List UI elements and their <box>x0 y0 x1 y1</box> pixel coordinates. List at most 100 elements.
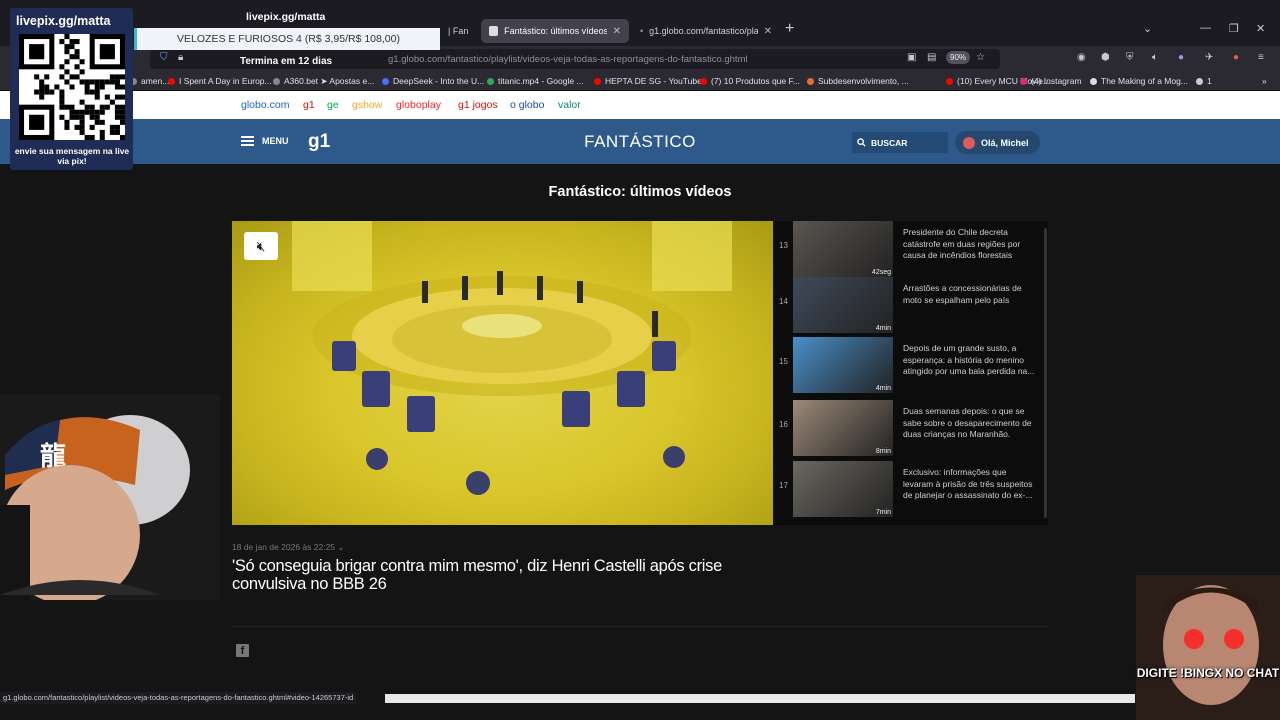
globo-nav-link[interactable]: valor <box>558 99 581 111</box>
playlist-item-number: 14 <box>779 297 788 306</box>
globo-network-nav: globo.com g1 ge gshow globoplay g1 jogos o glo… <box>0 91 1280 119</box>
playlist-item-number: 16 <box>779 420 788 429</box>
bookmark-favicon-icon <box>382 77 389 85</box>
bookmark-item[interactable]: I Spent A Day in Europ... <box>168 76 272 86</box>
goal-deadline: Termina em 12 dias <box>240 56 333 67</box>
bookmark-star-icon[interactable]: ☆ <box>976 52 985 63</box>
playlist-item[interactable]: 14 4min Arrastões a concessionárias de mot… <box>773 277 1048 335</box>
tab-list-icon[interactable]: ⌄ <box>1143 22 1152 35</box>
section-title[interactable]: FANTÁSTICO <box>540 132 740 152</box>
dot-icon: • <box>640 26 644 36</box>
playlist-item[interactable]: 17 7min Exclusivo: informações que levaram… <box>773 461 1048 519</box>
extension-icon[interactable]: ✈ <box>1205 52 1213 63</box>
video-thumbnail[interactable]: 4min <box>793 277 893 333</box>
webcam-overlay: 龍 <box>0 395 220 600</box>
video-thumbnail[interactable]: 42seg <box>793 221 893 277</box>
playlist-item-title[interactable]: Duas semanas depois: o que se sabe sobre… <box>903 406 1038 441</box>
facebook-share-icon[interactable]: f <box>236 644 249 657</box>
publish-date[interactable]: 18 de jan de 2026 às 22:25 ⌄ <box>232 542 345 553</box>
bookmark-favicon-icon <box>487 77 494 85</box>
close-tab-icon[interactable]: ✕ <box>764 26 772 37</box>
bookmark-item[interactable]: The Making of a Mog... <box>1090 76 1188 86</box>
extension-icon[interactable]: ⬢ <box>1101 52 1110 63</box>
video-player[interactable] <box>232 221 773 525</box>
playlist-scrollbar[interactable] <box>1044 228 1047 518</box>
tab-previous[interactable]: | Fan <box>440 19 480 43</box>
image-icon[interactable]: ▣ <box>907 52 916 63</box>
minimize-icon[interactable]: — <box>1200 22 1211 34</box>
globo-nav-link[interactable]: gshow <box>352 99 382 111</box>
close-tab-icon[interactable]: ✕ <box>613 26 621 37</box>
bookmark-favicon-icon <box>1090 77 1097 85</box>
bookmark-item[interactable]: amen... <box>130 76 169 86</box>
tab-fantastico[interactable]: Fantástico: últimos vídeos | Fant ✕ <box>481 19 629 43</box>
extension-icon[interactable]: ⛨ <box>1126 52 1134 63</box>
speaker-icon[interactable]: 🔈︎ <box>1152 52 1158 63</box>
video-thumbnail[interactable]: 7min <box>793 461 893 517</box>
qr-code-icon <box>19 34 125 140</box>
menu-button[interactable]: MENU <box>241 136 289 146</box>
bookmark-favicon-icon <box>1196 77 1203 85</box>
bookmark-favicon-icon <box>1020 77 1027 85</box>
playlist-item[interactable]: 15 4min Depois de um grande susto, a esper… <box>773 337 1048 395</box>
search-label: BUSCAR <box>871 137 908 148</box>
video-frame <box>292 221 732 495</box>
globo-nav-link[interactable]: o globo <box>510 99 544 111</box>
lock-icon[interactable]: 🔒︎ <box>178 52 183 63</box>
maximize-icon[interactable]: ❐ <box>1229 22 1239 35</box>
extension-icon[interactable]: ● <box>1233 52 1239 63</box>
chevron-down-icon: ⌄ <box>337 542 345 552</box>
playlist-item-title[interactable]: Exclusivo: informações que levaram à pri… <box>903 467 1038 502</box>
streamer-image: 龍 <box>0 395 220 600</box>
globo-nav-link[interactable]: globo.com <box>241 99 289 111</box>
bookmark-item[interactable]: (7) 10 Produtos que F... <box>700 76 800 86</box>
search-button[interactable]: BUSCAR <box>852 132 948 153</box>
video-thumbnail[interactable]: 8min <box>793 400 893 456</box>
app-menu-icon[interactable]: ≡ <box>1258 52 1264 63</box>
zoom-level[interactable]: 90% <box>946 51 971 64</box>
playlist-item-number: 15 <box>779 357 788 366</box>
playlist-item[interactable]: 13 42seg Presidente do Chile decreta catás… <box>773 221 1048 279</box>
playlist-item[interactable]: 16 8min Duas semanas depois: o que se sabe… <box>773 400 1048 458</box>
close-window-icon[interactable]: ✕ <box>1256 22 1265 35</box>
bookmark-label: 1 <box>1207 76 1212 86</box>
bookmark-item[interactable]: 1 <box>1196 76 1212 86</box>
new-tab-icon[interactable]: + <box>785 20 794 38</box>
shield-icon[interactable]: ⛉ <box>160 52 168 63</box>
playlist-item-title[interactable]: Arrastões a concessionárias de moto se e… <box>903 283 1038 306</box>
extension-icon[interactable]: ◉ <box>1077 52 1086 63</box>
bingx-callout: DIGITE !BINGX NO CHAT <box>1136 666 1280 680</box>
tab-g1-playlist[interactable]: • g1.globo.com/fantastico/playli ✕ <box>632 19 780 43</box>
streamer2-image <box>1136 575 1280 720</box>
playlist-item-title[interactable]: Depois de um grande susto, a esperança: … <box>903 343 1038 378</box>
globo-nav-link[interactable]: ge <box>327 99 339 111</box>
bookmark-item[interactable]: Subdesenvolvimento, ... <box>807 76 909 86</box>
video-duration: 8min <box>875 448 891 455</box>
globo-nav-link[interactable]: globoplay <box>396 99 441 111</box>
livepix-title: livepix.gg/matta <box>16 14 111 28</box>
extension-icon[interactable]: ● <box>1178 52 1184 63</box>
globo-nav-link[interactable]: g1 <box>303 99 315 111</box>
reader-icon[interactable]: ▤ <box>927 52 936 63</box>
bookmark-item[interactable]: HEPTA DE SG - YouTube <box>594 76 702 86</box>
bookmark-item[interactable]: A360.bet ➤ Apostas e... <box>273 76 374 87</box>
playlist-item-title[interactable]: Presidente do Chile decreta catástrofe e… <box>903 227 1038 262</box>
more-bookmarks-icon[interactable]: » <box>1262 76 1267 86</box>
bookmark-favicon-icon <box>594 77 601 85</box>
globo-nav-link[interactable]: g1 jogos <box>458 99 498 111</box>
bookmark-label: HEPTA DE SG - YouTube <box>605 76 702 86</box>
bookmark-item[interactable]: titanic.mp4 - Google ... <box>487 76 584 86</box>
bookmark-label: DeepSeek - Into the U... <box>393 76 485 86</box>
bookmark-favicon-icon <box>700 77 707 85</box>
bookmark-label: The Making of a Mog... <box>1101 76 1188 86</box>
user-menu[interactable]: Olá, Michel <box>955 131 1040 154</box>
bookmark-item[interactable]: (4) Instagram <box>1020 76 1082 86</box>
video-duration: 7min <box>875 509 891 516</box>
mute-toggle-icon[interactable]: 🔇︎ <box>244 232 278 260</box>
user-greeting: Olá, Michel <box>981 137 1029 148</box>
bookmark-label: titanic.mp4 - Google ... <box>498 76 584 86</box>
video-thumbnail[interactable]: 4min <box>793 337 893 393</box>
g1-logo[interactable]: g1 <box>308 131 330 153</box>
bookmark-favicon-icon <box>807 77 814 85</box>
bookmark-item[interactable]: DeepSeek - Into the U... <box>382 76 484 86</box>
